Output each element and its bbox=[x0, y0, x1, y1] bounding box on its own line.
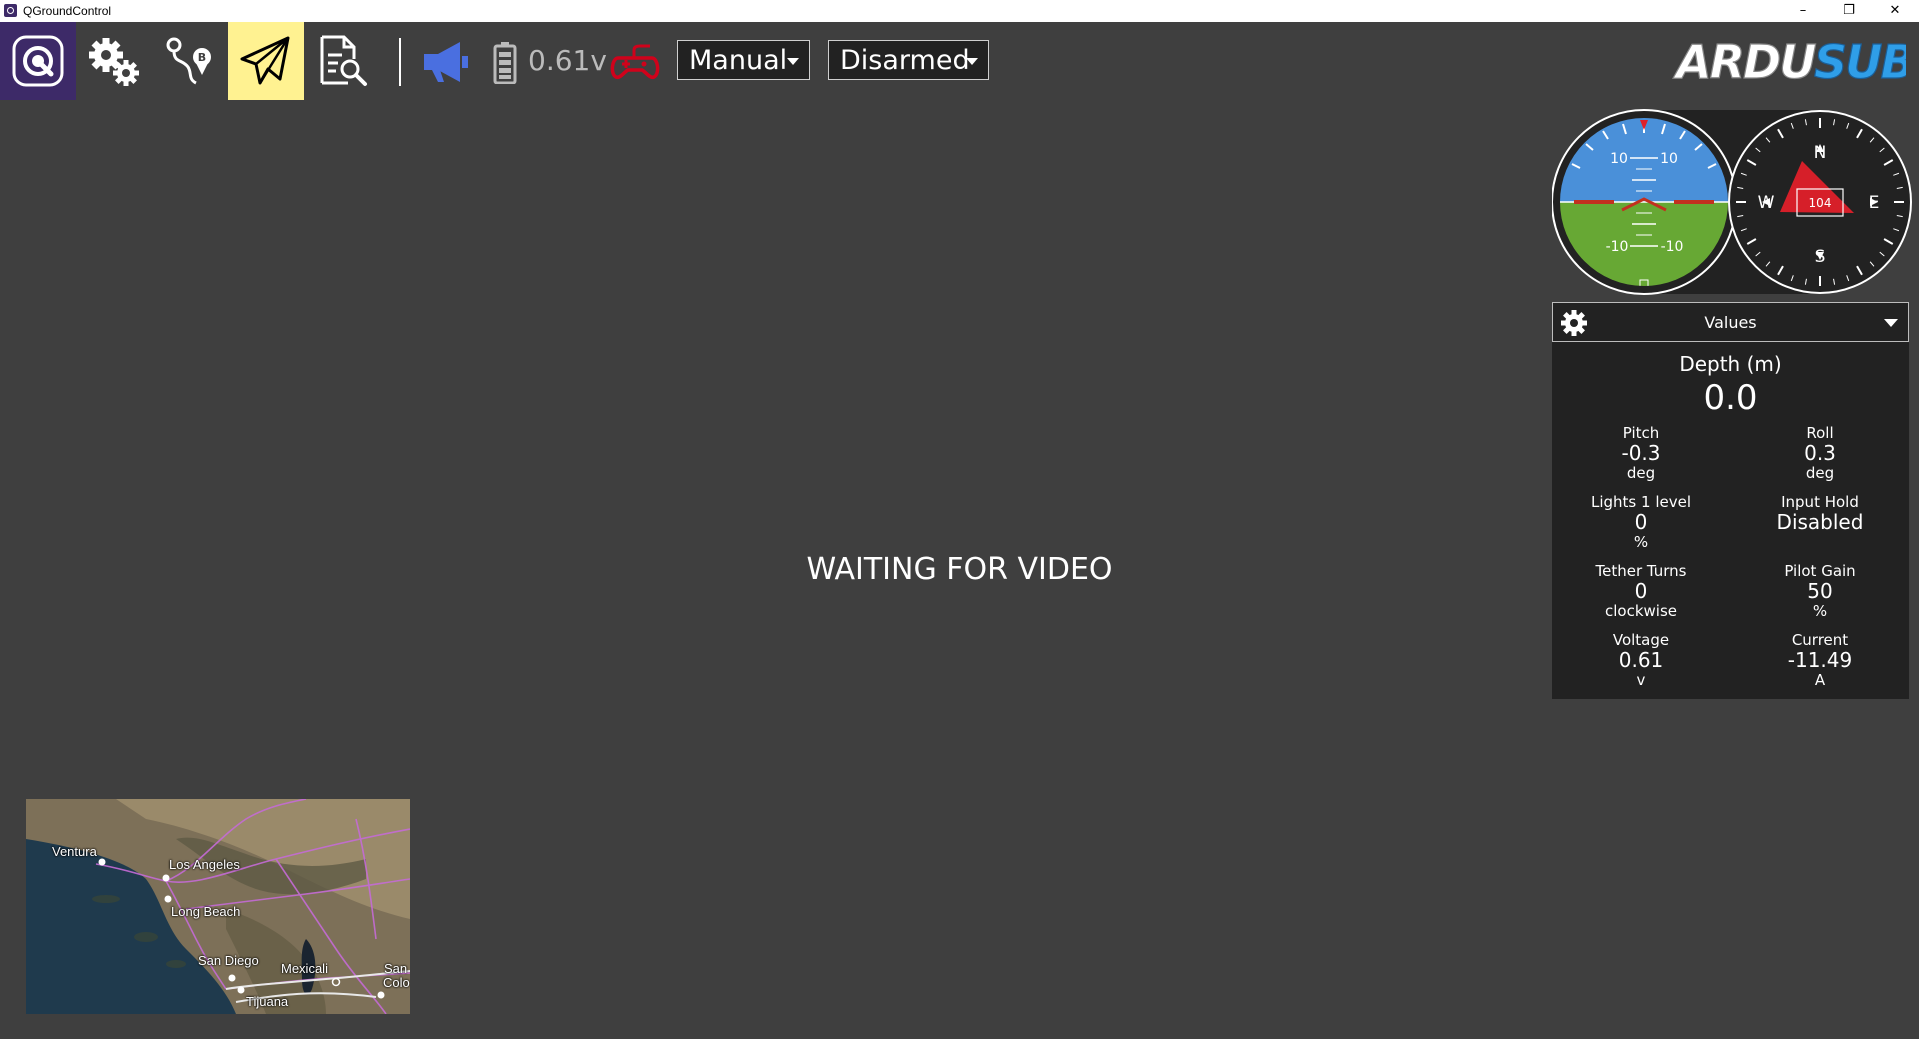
battery-icon[interactable] bbox=[493, 42, 517, 84]
value-label: Voltage bbox=[1612, 631, 1670, 649]
pitch-label-down-left: -10 bbox=[1606, 239, 1629, 255]
value-number: 0.3 bbox=[1804, 441, 1836, 465]
value-cell-roll: Roll 0.3 deg bbox=[1731, 424, 1909, 482]
value-number: -0.3 bbox=[1621, 441, 1661, 465]
flight-mode-dropdown[interactable]: Manual bbox=[677, 40, 810, 80]
arm-state-value: Disarmed bbox=[840, 45, 970, 76]
value-label: Pitch bbox=[1622, 424, 1660, 442]
value-unit: A bbox=[1814, 671, 1826, 689]
compass-n-label: N bbox=[1814, 143, 1827, 163]
joystick-icon[interactable] bbox=[610, 44, 660, 80]
value-cell-lights: Lights 1 level 0 % bbox=[1552, 493, 1730, 551]
depth-label: Depth (m) bbox=[1679, 352, 1782, 376]
value-cell-current: Current -11.49 A bbox=[1731, 631, 1909, 689]
value-unit: deg bbox=[1626, 464, 1656, 482]
values-widget-body: Depth (m) 0.0 Pitch -0.3 deg Roll 0.3 de… bbox=[1552, 342, 1909, 699]
svg-text:ARDU: ARDU bbox=[1673, 35, 1816, 89]
value-label: Current bbox=[1791, 631, 1849, 649]
values-title: Values bbox=[1704, 313, 1757, 332]
value-unit bbox=[1731, 533, 1909, 551]
value-number: -11.49 bbox=[1787, 648, 1853, 672]
map-label-tijuana: Tijuana bbox=[246, 994, 289, 1009]
compass-s-label: S bbox=[1815, 247, 1826, 267]
depth-value: 0.0 bbox=[1703, 378, 1758, 418]
fly-button[interactable] bbox=[228, 22, 304, 100]
toolbar-separator bbox=[399, 38, 401, 86]
svg-text:B: B bbox=[198, 51, 206, 64]
map-label-long-beach: Long Beach bbox=[171, 904, 241, 919]
value-unit: % bbox=[1633, 533, 1649, 551]
value-cell-input-hold: Input Hold Disabled bbox=[1731, 493, 1909, 551]
megaphone-icon[interactable] bbox=[420, 40, 472, 84]
chevron-down-icon bbox=[787, 58, 799, 65]
value-unit: deg bbox=[1805, 464, 1835, 482]
map-label-colo: Colo bbox=[383, 975, 410, 990]
qgc-app-icon bbox=[4, 4, 17, 17]
svg-text:SUB: SUB bbox=[1814, 35, 1906, 89]
main-toolbar: B 0.61v Manual Disarmed ARDU SUB bbox=[0, 22, 1919, 100]
map-label-san-diego: San Diego bbox=[198, 953, 259, 968]
vehicle-setup-button[interactable] bbox=[76, 22, 152, 100]
map-label-los-angeles: Los Angeles bbox=[169, 857, 240, 872]
video-status-message: WAITING FOR VIDEO bbox=[806, 552, 1113, 587]
value-cell-pitch: Pitch -0.3 deg bbox=[1552, 424, 1730, 482]
values-widget-header[interactable]: Values bbox=[1552, 302, 1909, 342]
pitch-label-down-right: -10 bbox=[1661, 239, 1684, 255]
pitch-label-up-left: 10 bbox=[1610, 151, 1628, 167]
paper-plane-icon bbox=[240, 36, 290, 85]
value-cell-voltage: Voltage 0.61 v bbox=[1552, 631, 1730, 689]
plan-route-icon: B bbox=[166, 37, 211, 85]
minimize-button[interactable]: – bbox=[1780, 0, 1826, 22]
flight-mode-value: Manual bbox=[689, 45, 788, 76]
compass-w-label: W bbox=[1758, 193, 1775, 213]
instrument-panel: 10 10 -10 -10 N S E W 104 bbox=[1552, 109, 1912, 295]
analyze-button[interactable] bbox=[304, 22, 380, 100]
map-label-ventura: Ventura bbox=[52, 844, 97, 859]
compass-e-label: E bbox=[1869, 193, 1880, 213]
ardusub-logo: ARDU SUB bbox=[1672, 34, 1906, 89]
value-unit: v bbox=[1636, 671, 1646, 689]
restore-button[interactable]: ❐ bbox=[1826, 0, 1872, 22]
close-button[interactable]: ✕ bbox=[1872, 0, 1918, 22]
value-number: Disabled bbox=[1776, 510, 1864, 534]
qgc-logo-button[interactable] bbox=[0, 22, 76, 100]
chevron-down-icon bbox=[966, 58, 978, 65]
window-title: QGroundControl bbox=[23, 4, 112, 18]
arm-state-dropdown[interactable]: Disarmed bbox=[828, 40, 989, 80]
battery-voltage: 0.61v bbox=[528, 44, 607, 77]
gears-icon bbox=[89, 38, 139, 86]
document-search-icon bbox=[320, 35, 367, 86]
chevron-down-icon[interactable] bbox=[1884, 319, 1898, 327]
window-title-bar: QGroundControl – ❐ ✕ bbox=[0, 0, 1919, 22]
value-unit: clockwise bbox=[1604, 602, 1677, 620]
value-number: 0 bbox=[1634, 510, 1648, 534]
value-label: Lights 1 level bbox=[1591, 493, 1691, 511]
value-label: Input Hold bbox=[1781, 493, 1859, 511]
map-label-san: San bbox=[384, 961, 408, 976]
map-label-mexicali: Mexicali bbox=[281, 961, 328, 976]
value-unit: % bbox=[1812, 602, 1828, 620]
plan-button[interactable]: B bbox=[152, 22, 228, 100]
value-label: Roll bbox=[1806, 424, 1834, 442]
value-number: 0.61 bbox=[1618, 648, 1664, 672]
qgc-logo-icon bbox=[12, 35, 64, 87]
pitch-label-up-right: 10 bbox=[1660, 151, 1678, 167]
compass-heading: 104 bbox=[1809, 196, 1832, 210]
mini-map[interactable]: Ventura Los Angeles Long Beach San Diego… bbox=[26, 799, 410, 1014]
